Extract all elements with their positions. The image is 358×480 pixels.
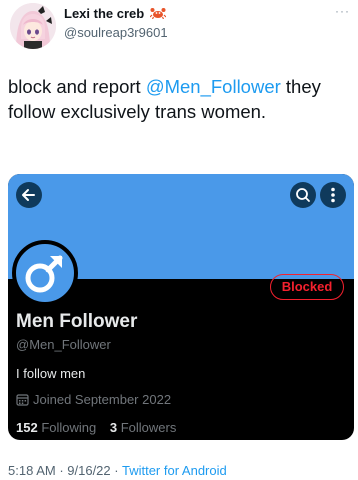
meta-separator-1: · bbox=[55, 463, 68, 478]
tweet-date[interactable]: 9/16/22 bbox=[67, 463, 110, 478]
followers-count[interactable]: 3 bbox=[110, 420, 117, 435]
overflow-menu-button[interactable] bbox=[320, 182, 346, 208]
profile-avatar[interactable] bbox=[12, 240, 78, 306]
profile-joined: Joined September 2022 bbox=[16, 392, 171, 407]
embedded-profile-screenshot[interactable]: Blocked Men Follower @Men_Follower I fol… bbox=[8, 174, 354, 440]
calendar-icon bbox=[16, 394, 29, 406]
tweet-text-before: block and report bbox=[8, 76, 146, 97]
author-avatar[interactable] bbox=[10, 3, 56, 49]
follow-stats: 152 Following 3 Followers bbox=[16, 420, 186, 435]
search-icon bbox=[296, 188, 310, 202]
anime-avatar-icon bbox=[10, 3, 56, 49]
more-vertical-icon bbox=[331, 187, 335, 203]
following-count[interactable]: 152 bbox=[16, 420, 38, 435]
crab-icon bbox=[149, 8, 166, 19]
tweet-source[interactable]: Twitter for Android bbox=[122, 463, 227, 478]
male-symbol-icon bbox=[25, 255, 63, 293]
followers-label[interactable]: Followers bbox=[121, 420, 177, 435]
blocked-button[interactable]: Blocked bbox=[270, 274, 344, 300]
author-handle[interactable]: @soulreap3r9601 bbox=[64, 25, 168, 40]
tweet-meta: 5:18 AM · 9/16/22 · Twitter for Android bbox=[8, 463, 227, 478]
tweet: Lexi the creb @soulreap3r9601 ··· block … bbox=[0, 0, 358, 480]
back-button[interactable] bbox=[16, 182, 42, 208]
arrow-left-icon bbox=[22, 189, 35, 201]
search-button[interactable] bbox=[290, 182, 316, 208]
more-options-icon[interactable]: ··· bbox=[335, 4, 350, 18]
author-display-name: Lexi the creb bbox=[64, 6, 145, 21]
tweet-time[interactable]: 5:18 AM bbox=[8, 463, 56, 478]
tweet-text: block and report @Men_Follower they foll… bbox=[8, 74, 352, 124]
mention-link[interactable]: @Men_Follower bbox=[146, 76, 281, 97]
author-name[interactable]: Lexi the creb bbox=[64, 6, 166, 21]
profile-handle: @Men_Follower bbox=[16, 337, 111, 352]
profile-display-name: Men Follower bbox=[16, 311, 138, 332]
profile-bio: I follow men bbox=[16, 366, 86, 381]
following-label[interactable]: Following bbox=[41, 420, 96, 435]
meta-separator-2: · bbox=[110, 463, 122, 478]
profile-joined-text: Joined September 2022 bbox=[33, 392, 172, 407]
